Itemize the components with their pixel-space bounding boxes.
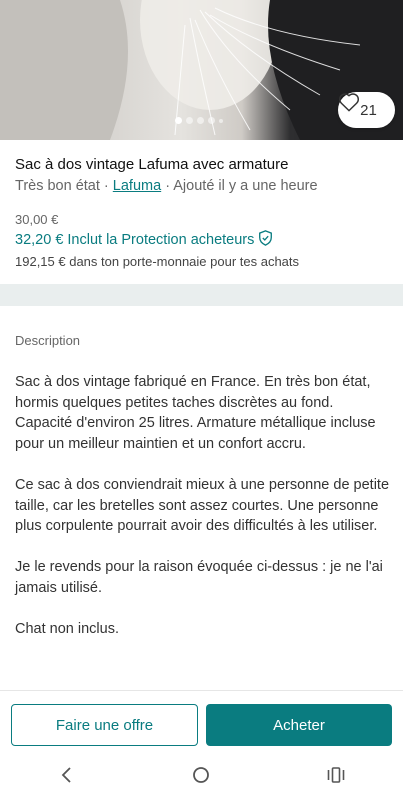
protection-label: Inclut la Protection acheteurs [67,232,255,248]
item-meta: Très bon état · Lafuma · Ajouté il y a u… [15,178,318,194]
buy-button[interactable]: Acheter [206,704,392,746]
buyer-protection-price[interactable]: 32,20 € Inclut la Protection acheteurs [15,230,273,250]
make-offer-button[interactable]: Faire une offre [11,704,198,746]
shield-check-icon [258,230,273,250]
recents-icon[interactable] [306,755,366,795]
favorites-count: 21 [360,101,377,119]
section-divider [0,284,403,306]
item-added-time: Ajouté il y a une heure [173,178,318,194]
carousel-dot [186,117,193,124]
description-text: Sac à dos vintage fabriqué en France. En… [15,372,390,660]
product-photo[interactable]: 21 [0,0,403,140]
description-paragraph: Sac à dos vintage fabriqué en France. En… [15,374,376,452]
description-paragraph: Chat non inclus. [15,621,119,638]
carousel-dot [208,117,215,124]
carousel-dot [175,117,182,124]
total-price: 32,20 € [15,232,64,248]
back-icon[interactable] [37,755,97,795]
wallet-balance: 192,15 € dans ton porte-monnaie pour tes… [15,254,300,269]
carousel-indicator [175,117,223,124]
item-title: Sac à dos vintage Lafuma avec armature [15,156,289,173]
brand-link[interactable]: Lafuma [113,178,161,194]
carousel-dot [197,117,204,124]
system-navigation-bar [0,750,403,800]
action-bar: Faire une offre Acheter [0,690,403,750]
meta-separator: · [161,178,174,194]
home-icon[interactable] [171,755,231,795]
item-condition: Très bon état [15,178,100,194]
description-paragraph: Je le revends pour la raison évoquée ci-… [15,559,383,596]
meta-separator: · [99,178,113,194]
favorite-button[interactable]: 21 [338,92,395,128]
description-heading: Description [15,333,81,348]
description-paragraph: Ce sac à dos conviendrait mieux à une pe… [15,476,390,535]
item-price: 30,00 € [15,212,59,227]
carousel-dot [219,118,223,123]
